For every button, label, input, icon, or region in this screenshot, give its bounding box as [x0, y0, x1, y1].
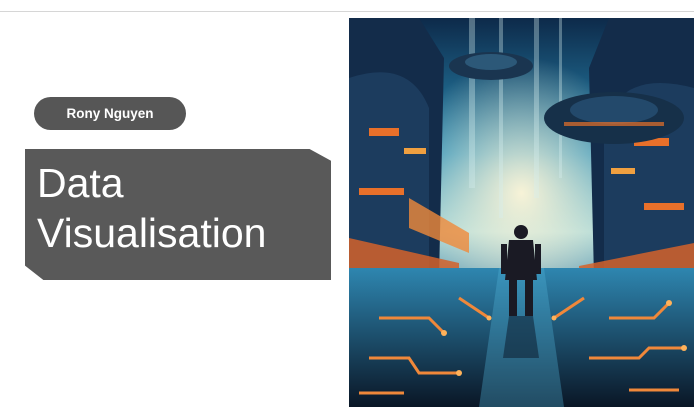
title-line-2: Visualisation [37, 210, 267, 256]
right-structures [579, 18, 694, 280]
hero-image [349, 18, 694, 407]
author-name: Rony Nguyen [66, 106, 154, 121]
slide-title: Data Visualisation [37, 158, 266, 258]
figure-reflection [503, 316, 539, 358]
hero-illustration [349, 18, 694, 407]
title-line-1: Data [37, 160, 124, 206]
top-divider [0, 11, 694, 12]
author-badge: Rony Nguyen [34, 97, 186, 130]
slide: Rony Nguyen Data Visualisation [0, 0, 694, 407]
